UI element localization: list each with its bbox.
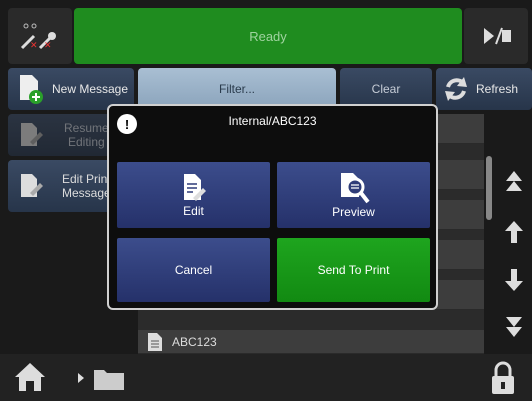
status-text: Ready — [249, 28, 287, 44]
scrollbar[interactable] — [486, 156, 492, 220]
message-action-dialog: ! Internal/ABC123 Edit Preview Cancel Se… — [107, 104, 438, 310]
preview-label: Preview — [332, 205, 375, 219]
scroll-down-button[interactable] — [496, 258, 532, 302]
tool-tray-icon: ✕ ✕ — [20, 23, 56, 50]
edit-document-icon — [21, 123, 43, 146]
edit-label: Edit — [183, 204, 204, 218]
down-arrow-icon — [505, 269, 523, 291]
edit-document-icon — [21, 174, 43, 197]
folder-icon — [94, 370, 124, 390]
home-button[interactable] — [12, 360, 52, 396]
double-up-arrow-icon — [506, 171, 522, 191]
preview-magnifier-icon — [340, 173, 370, 204]
svg-text:✕: ✕ — [44, 40, 52, 50]
up-arrow-icon — [505, 221, 523, 243]
folder-button[interactable] — [92, 364, 128, 394]
new-document-icon — [20, 75, 43, 104]
double-down-arrow-icon — [506, 317, 522, 337]
edit-button[interactable]: Edit — [117, 162, 270, 228]
refresh-icon — [445, 77, 467, 101]
new-message-label: New Message — [52, 82, 129, 96]
send-to-print-label: Send To Print — [317, 263, 390, 277]
scroll-up-button[interactable] — [496, 210, 532, 254]
dialog-title: Internal/ABC123 — [228, 114, 317, 128]
preview-button[interactable]: Preview — [277, 162, 430, 228]
tools-status-panel[interactable]: ✕ ✕ — [8, 8, 72, 64]
chevron-right-icon — [78, 373, 84, 383]
edit-document-icon — [183, 174, 206, 201]
document-icon — [148, 332, 162, 351]
cancel-button[interactable]: Cancel — [117, 238, 270, 302]
start-print-toggle[interactable] — [464, 8, 528, 64]
cancel-label: Cancel — [174, 263, 213, 277]
clear-label: Clear — [371, 82, 401, 96]
play-stop-icon — [484, 27, 511, 45]
refresh-button[interactable]: Refresh — [436, 68, 532, 110]
lock-button[interactable] — [488, 360, 528, 398]
list-item-label: ABC123 — [172, 334, 217, 349]
list-item[interactable]: ABC123 — [138, 330, 484, 354]
edit-print-label-line1: Edit Print — [62, 172, 111, 186]
home-icon — [15, 363, 45, 391]
status-bar: Ready — [74, 8, 462, 64]
lock-icon — [492, 361, 514, 394]
svg-text:✕: ✕ — [30, 40, 38, 50]
resume-label-line1: Resume — [64, 121, 109, 135]
filter-placeholder: Filter... — [218, 82, 255, 96]
refresh-label: Refresh — [476, 82, 519, 96]
send-to-print-button[interactable]: Send To Print — [277, 238, 430, 302]
bottom-navigation-bar — [0, 354, 532, 401]
edit-print-label-line2: Message — [62, 186, 111, 200]
scroll-bottom-button[interactable] — [496, 304, 532, 348]
scroll-top-button[interactable] — [496, 160, 532, 204]
resume-label-line2: Editing — [67, 135, 105, 149]
